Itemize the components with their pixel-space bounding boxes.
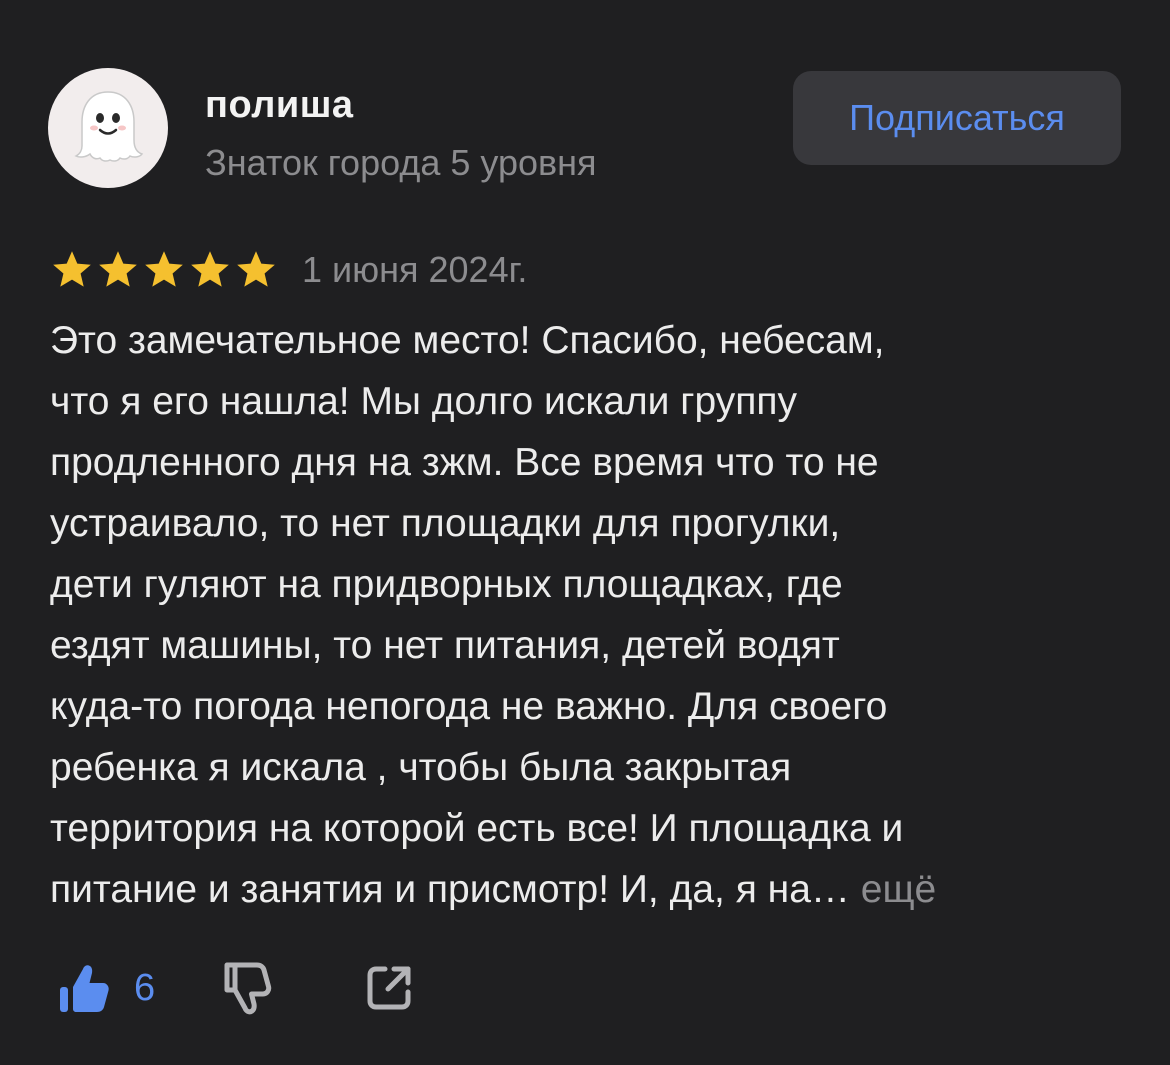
review-date: 1 июня 2024г. [302,249,528,290]
ghost-icon [66,84,150,173]
author-level: Знаток города 5 уровня [205,142,597,183]
review-text-line: куда-то погода непогода не важно. Для св… [50,685,888,728]
more-link[interactable]: ещё [861,868,936,911]
review-text-line: дети гуляют на придворных площадках, где [50,563,843,606]
review-actions: 6 [56,958,415,1018]
author-name[interactable]: полиша [205,84,354,127]
review-text[interactable]: Это замечательное место! Спасибо, небеса… [50,310,1130,920]
like-count: 6 [134,966,156,1009]
star-icon [50,249,94,291]
review-text-line: что я его нашла! Мы долго искали группу [50,380,798,423]
review-text-line: Это замечательное место! Спасибо, небеса… [50,319,885,362]
rating-row: 1 июня 2024г. [50,248,527,292]
subscribe-button[interactable]: Подписаться [793,71,1121,165]
review-text-line: устраивало, то нет площадки для прогулки… [50,502,841,545]
like-button[interactable]: 6 [56,960,155,1016]
review-text-line: ребенка я искала , чтобы была закрытая [50,746,792,789]
star-rating [50,249,278,291]
review-text-line: ездят машины, то нет питания, детей водя… [50,624,840,667]
share-button[interactable] [363,962,415,1014]
dislike-button[interactable] [217,959,273,1017]
review-text-line: территория на которой есть все! И площад… [50,807,904,850]
star-icon [96,249,140,291]
star-icon [188,249,232,291]
avatar[interactable] [48,68,168,188]
thumbs-down-icon [217,959,273,1017]
review-card: полиша Знаток города 5 уровня Подписатьс… [0,0,1170,1065]
share-icon [363,962,415,1014]
review-text-last-line: питание и занятия и присмотр! И, да, я н… [50,859,1130,920]
star-icon [234,249,278,291]
review-text-line: продленного дня на зжм. Все время что то… [50,441,879,484]
review-text-truncated: питание и занятия и присмотр! И, да, я н… [50,868,850,911]
star-icon [142,249,186,291]
thumbs-up-icon [56,960,112,1016]
